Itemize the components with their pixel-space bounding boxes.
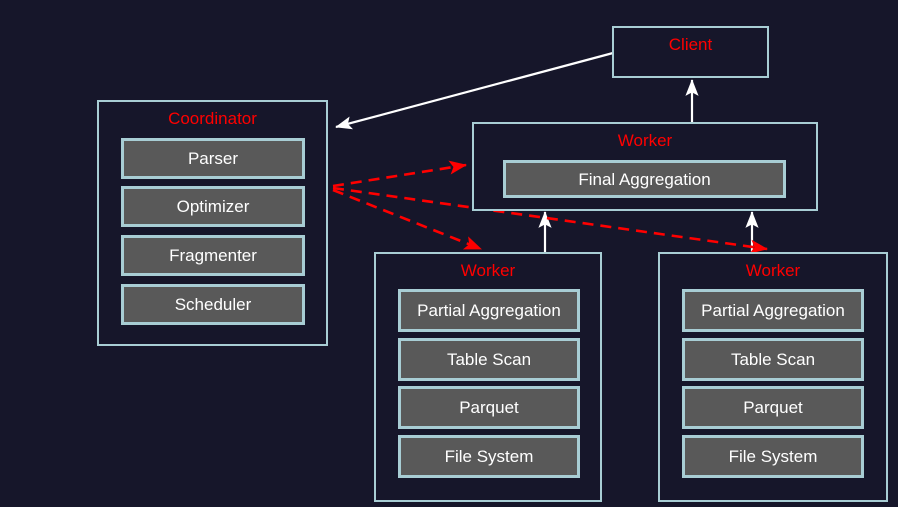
- component-table-scan-left-label: Table Scan: [446, 350, 532, 369]
- edge-client-to-coordinator: [335, 51, 614, 130]
- component-optimizer-label: Optimizer: [176, 197, 250, 216]
- node-client[interactable]: Client: [612, 26, 769, 78]
- component-partial-aggregation-left[interactable]: Partial Aggregation: [398, 289, 580, 332]
- component-partial-aggregation-right-label: Partial Aggregation: [701, 301, 845, 320]
- component-parser-label: Parser: [187, 149, 239, 168]
- node-worker-left-title: Worker: [460, 261, 516, 280]
- node-worker-top-title: Worker: [617, 131, 673, 150]
- node-client-title: Client: [668, 35, 713, 54]
- component-file-system-left-label: File System: [444, 447, 534, 466]
- component-scheduler[interactable]: Scheduler: [121, 284, 305, 325]
- component-file-system-right[interactable]: File System: [682, 435, 864, 478]
- component-parquet-right[interactable]: Parquet: [682, 386, 864, 429]
- diagram-canvas: Client Coordinator Parser Optimizer Frag…: [0, 0, 898, 507]
- node-coordinator-title: Coordinator: [168, 109, 257, 128]
- component-parquet-right-label: Parquet: [743, 398, 803, 417]
- component-final-aggregation[interactable]: Final Aggregation: [503, 160, 786, 198]
- component-parquet-left-label: Parquet: [459, 398, 519, 417]
- component-partial-aggregation-left-label: Partial Aggregation: [417, 301, 561, 320]
- component-fragmenter[interactable]: Fragmenter: [121, 235, 305, 276]
- component-table-scan-right-label: Table Scan: [730, 350, 816, 369]
- component-file-system-left[interactable]: File System: [398, 435, 580, 478]
- node-worker-right-title: Worker: [745, 261, 801, 280]
- component-scheduler-label: Scheduler: [174, 295, 252, 314]
- component-file-system-right-label: File System: [728, 447, 818, 466]
- component-optimizer[interactable]: Optimizer: [121, 186, 305, 227]
- component-table-scan-right[interactable]: Table Scan: [682, 338, 864, 381]
- component-final-aggregation-label: Final Aggregation: [578, 169, 711, 189]
- component-parser[interactable]: Parser: [121, 138, 305, 179]
- component-fragmenter-label: Fragmenter: [169, 246, 257, 265]
- component-parquet-left[interactable]: Parquet: [398, 386, 580, 429]
- edge-coordinator-to-worker-top: [332, 160, 468, 188]
- component-table-scan-left[interactable]: Table Scan: [398, 338, 580, 381]
- component-partial-aggregation-right[interactable]: Partial Aggregation: [682, 289, 864, 332]
- edge-coordinator-to-worker-left: [332, 188, 482, 251]
